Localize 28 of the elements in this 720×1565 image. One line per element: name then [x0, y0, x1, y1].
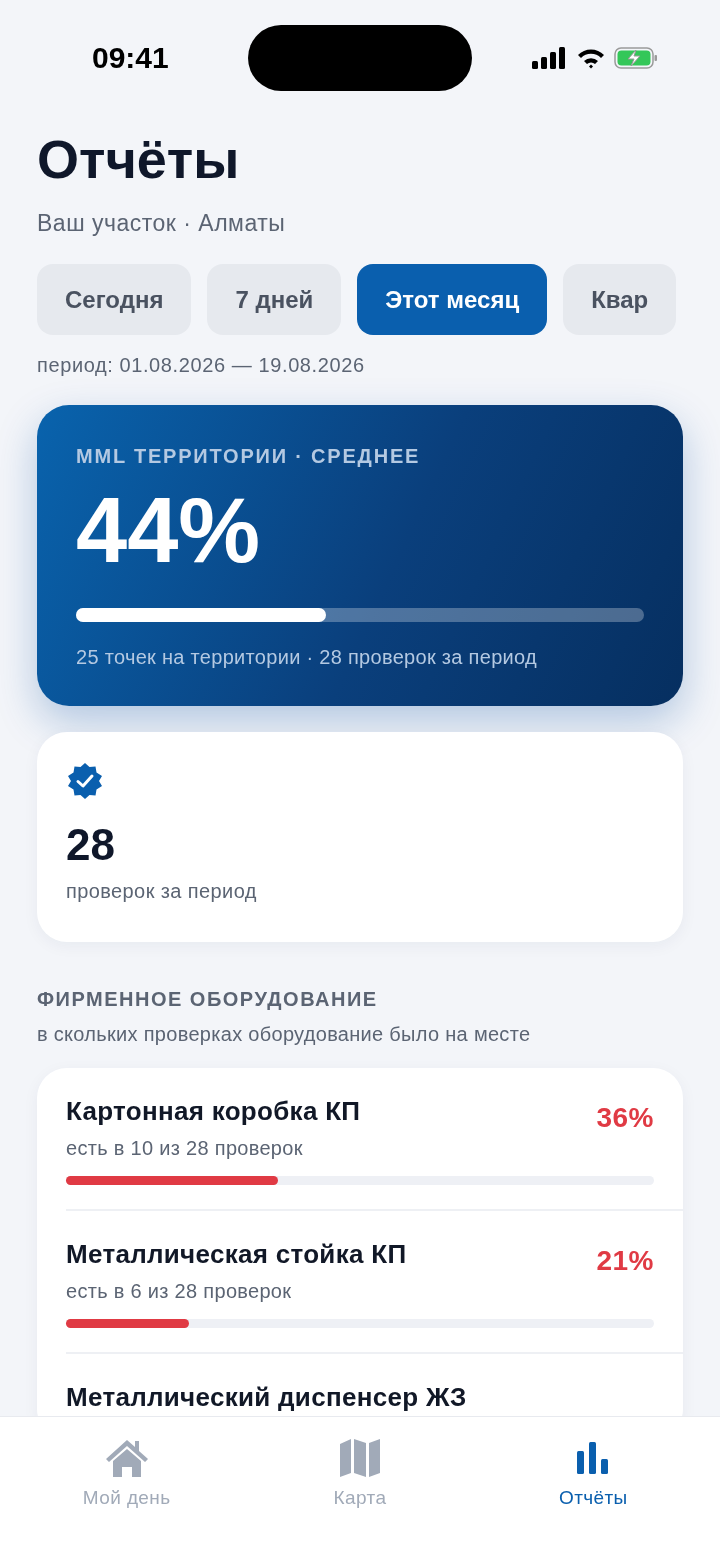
- signal-icon: [532, 47, 568, 69]
- map-icon: [339, 1437, 381, 1479]
- period-range: период: 01.08.2026 — 19.08.2026: [37, 354, 366, 377]
- checks-count: 28: [66, 820, 116, 870]
- checks-caption: проверок за период: [66, 880, 258, 903]
- equipment-name: Картонная коробка КП: [66, 1096, 361, 1127]
- summary-label: MML ТЕРРИТОРИИ · СРЕДНЕЕ: [76, 445, 422, 468]
- equipment-name: Металлический диспенсер ЖЗ: [66, 1382, 467, 1413]
- section-subtitle: в скольких проверках оборудование было на месте: [37, 1023, 532, 1046]
- page-subtitle: Ваш участок · Алматы: [37, 210, 287, 237]
- battery-icon: [614, 47, 658, 69]
- tab-bar-item[interactable]: Отчёты: [503, 1437, 684, 1521]
- period-tab[interactable]: Квар: [563, 264, 677, 335]
- section-title: ФИРМЕННОЕ ОБОРУДОВАНИЕ: [37, 988, 379, 1011]
- period-tab[interactable]: Этот месяц: [357, 264, 548, 335]
- page-title: Отчёты: [37, 128, 241, 191]
- equipment-percent: 36%: [596, 1102, 654, 1134]
- period-tab[interactable]: 7 дней: [207, 264, 342, 335]
- status-time: 09:41: [92, 41, 169, 75]
- equipment-percent: 21%: [596, 1245, 654, 1277]
- summary-value: 44%: [76, 480, 262, 580]
- equipment-detail: есть в 10 из 28 проверок: [66, 1137, 304, 1160]
- equipment-detail: есть в 6 из 28 проверок: [66, 1280, 293, 1303]
- equipment-name: Металлическая стойка КП: [66, 1239, 407, 1270]
- verified-badge-icon: [66, 762, 104, 800]
- period-tab[interactable]: Сегодня: [37, 264, 192, 335]
- summary-caption: 25 точек на территории · 28 проверок за период: [76, 646, 538, 669]
- wifi-icon: [576, 47, 606, 69]
